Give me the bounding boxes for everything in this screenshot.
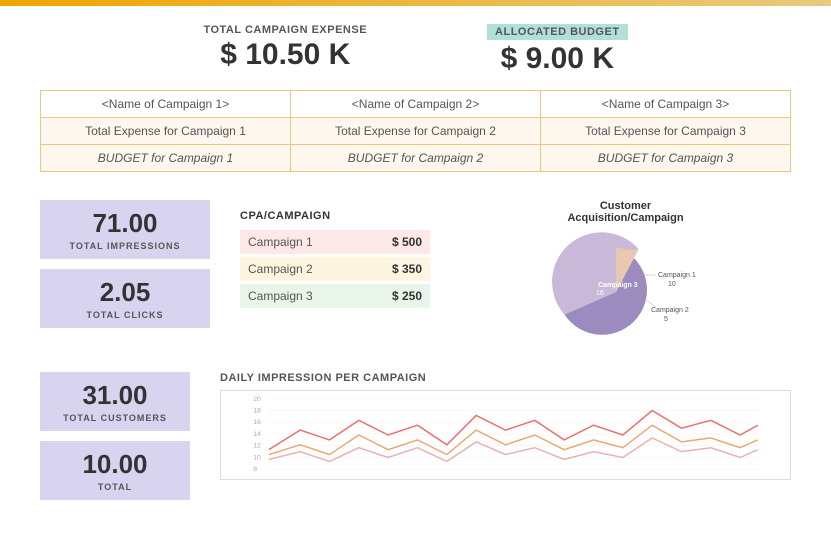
svg-text:16: 16 [596,290,604,297]
campaign-3-budget: BUDGET for Campaign 3 [541,145,791,172]
bottom-section: 31.00 TOTAL CUSTOMERS 10.00 TOTAL DAILY … [0,362,831,510]
fourth-box: 10.00 TOTAL [40,441,190,500]
allocated-budget-value: $ 9.00 K [487,42,628,76]
campaign-1-budget: BUDGET for Campaign 1 [41,145,291,172]
impressions-value: 71.00 [56,208,194,239]
campaign-header-row: <Name of Campaign 1> <Name of Campaign 2… [41,91,791,118]
svg-text:14: 14 [253,431,261,438]
impressions-label: TOTAL IMPRESSIONS [56,241,194,251]
cpa-row-2: Campaign 2 $ 350 [240,257,430,281]
campaign-2-header: <Name of Campaign 2> [291,91,541,118]
cpa-campaign-3-label: Campaign 3 [248,289,313,303]
campaign-3-expense: Total Expense for Campaign 3 [541,118,791,145]
campaign-table: <Name of Campaign 1> <Name of Campaign 2… [40,90,791,172]
daily-chart-title: DAILY IMPRESSION PER CAMPAIGN [220,372,791,384]
pie-chart-title: CustomerAcquisition/Campaign [567,200,683,224]
customers-label: TOTAL CUSTOMERS [56,413,174,423]
campaign-expense-row: Total Expense for Campaign 1 Total Expen… [41,118,791,145]
customers-box: 31.00 TOTAL CUSTOMERS [40,372,190,431]
impressions-box: 71.00 TOTAL IMPRESSIONS [40,200,210,259]
total-expense-value: $ 10.50 K [203,38,367,72]
pie-label-campaign1-text: Campaign 1 [658,272,696,279]
daily-chart: 20 18 16 14 12 10 8 [220,390,791,480]
cpa-campaign-2-label: Campaign 2 [248,262,313,276]
svg-text:10: 10 [253,454,261,461]
metrics-section: 71.00 TOTAL IMPRESSIONS 2.05 TOTAL CLICK… [0,190,831,362]
summary-section: TOTAL CAMPAIGN EXPENSE $ 10.50 K ALLOCAT… [0,6,831,90]
svg-text:5: 5 [664,316,668,323]
campaign-1-expense: Total Expense for Campaign 1 [41,118,291,145]
cpa-campaign-3-value: $ 250 [392,289,422,303]
clicks-label: TOTAL CLICKS [56,310,194,320]
svg-text:18: 18 [253,408,261,415]
pie-label-campaign2-text: Campaign 2 [651,307,689,314]
fourth-label: TOTAL [56,482,174,492]
customers-value: 31.00 [56,380,174,411]
clicks-value: 2.05 [56,277,194,308]
campaign-1-header: <Name of Campaign 1> [41,91,291,118]
cpa-title: CPA/CAMPAIGN [240,210,430,222]
campaign-3-header: <Name of Campaign 3> [541,91,791,118]
pie-chart-section: CustomerAcquisition/Campaign Campaign 3 … [460,200,791,352]
clicks-box: 2.05 TOTAL CLICKS [40,269,210,328]
svg-text:20: 20 [253,396,261,403]
pie-chart-container: Campaign 3 16 Campaign 1 10 Campaign 2 5 [546,232,706,352]
left-metrics: 71.00 TOTAL IMPRESSIONS 2.05 TOTAL CLICK… [40,200,210,328]
svg-text:12: 12 [253,443,261,450]
bottom-left-metrics: 31.00 TOTAL CUSTOMERS 10.00 TOTAL [40,372,190,500]
allocated-budget-item: ALLOCATED BUDGET $ 9.00 K [487,24,628,76]
campaign-2-budget: BUDGET for Campaign 2 [291,145,541,172]
cpa-campaign-2-value: $ 350 [392,262,422,276]
line-campaign2 [269,425,758,454]
svg-text:8: 8 [253,466,257,473]
allocated-budget-label: ALLOCATED BUDGET [487,24,628,40]
daily-chart-svg: 20 18 16 14 12 10 8 [221,391,790,479]
svg-text:16: 16 [253,419,261,426]
total-expense-item: TOTAL CAMPAIGN EXPENSE $ 10.50 K [203,24,367,76]
line-campaign1 [269,411,758,450]
campaign-budget-row: BUDGET for Campaign 1 BUDGET for Campaig… [41,145,791,172]
cpa-section: CPA/CAMPAIGN Campaign 1 $ 500 Campaign 2… [240,200,430,311]
fourth-value: 10.00 [56,449,174,480]
daily-chart-section: DAILY IMPRESSION PER CAMPAIGN 20 18 16 1… [220,372,791,480]
cpa-campaign-1-value: $ 500 [392,235,422,249]
cpa-row-3: Campaign 3 $ 250 [240,284,430,308]
campaign-2-expense: Total Expense for Campaign 2 [291,118,541,145]
pie-label-campaign3: Campaign 3 [598,282,638,289]
pie-chart-svg: Campaign 3 16 Campaign 1 10 Campaign 2 5 [546,232,706,352]
cpa-row-1: Campaign 1 $ 500 [240,230,430,254]
svg-text:10: 10 [668,281,676,288]
cpa-campaign-1-label: Campaign 1 [248,235,313,249]
total-expense-label: TOTAL CAMPAIGN EXPENSE [203,24,367,36]
